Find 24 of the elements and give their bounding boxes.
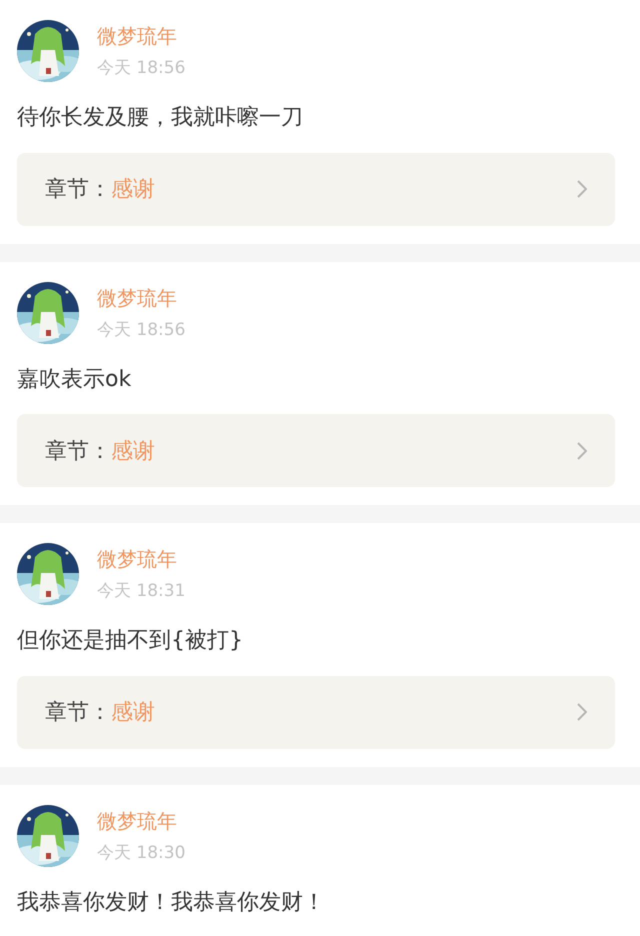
comment-text: 但你还是抽不到{被打} bbox=[17, 627, 244, 656]
chapter-label: 章节： bbox=[45, 176, 111, 204]
comment-text: 我恭喜你发财！我恭喜你发财！ bbox=[17, 888, 326, 917]
chapter-name: 感谢 bbox=[111, 438, 156, 466]
comment-text: 嘉吹表示ok bbox=[17, 366, 132, 394]
chevron-right-icon bbox=[577, 180, 587, 198]
comment-time: 今天 18:30 bbox=[97, 842, 186, 864]
chapter-link[interactable]: 章节：感谢 bbox=[17, 152, 615, 226]
user-name[interactable]: 微梦琉年 bbox=[97, 23, 186, 50]
comment-time: 今天 18:56 bbox=[97, 318, 186, 341]
comment-text: 待你长发及腰，我就咔嚓一刀 bbox=[17, 104, 304, 132]
chapter-label: 章节： bbox=[45, 438, 111, 466]
comment-time: 今天 18:31 bbox=[97, 580, 186, 602]
user-name[interactable]: 微梦琉年 bbox=[97, 808, 186, 835]
chapter-link[interactable]: 章节：感谢 bbox=[17, 414, 615, 488]
chevron-right-icon bbox=[577, 703, 587, 722]
chevron-right-icon bbox=[577, 442, 587, 460]
user-name[interactable]: 微梦琉年 bbox=[97, 284, 186, 312]
chapter-name: 感谢 bbox=[111, 176, 156, 204]
user-name[interactable]: 微梦琉年 bbox=[97, 546, 186, 574]
chapter-name: 感谢 bbox=[111, 699, 156, 728]
chapter-link[interactable]: 章节：感谢 bbox=[17, 676, 615, 749]
comment-time: 今天 18:56 bbox=[97, 57, 186, 79]
chapter-label: 章节： bbox=[45, 699, 111, 728]
